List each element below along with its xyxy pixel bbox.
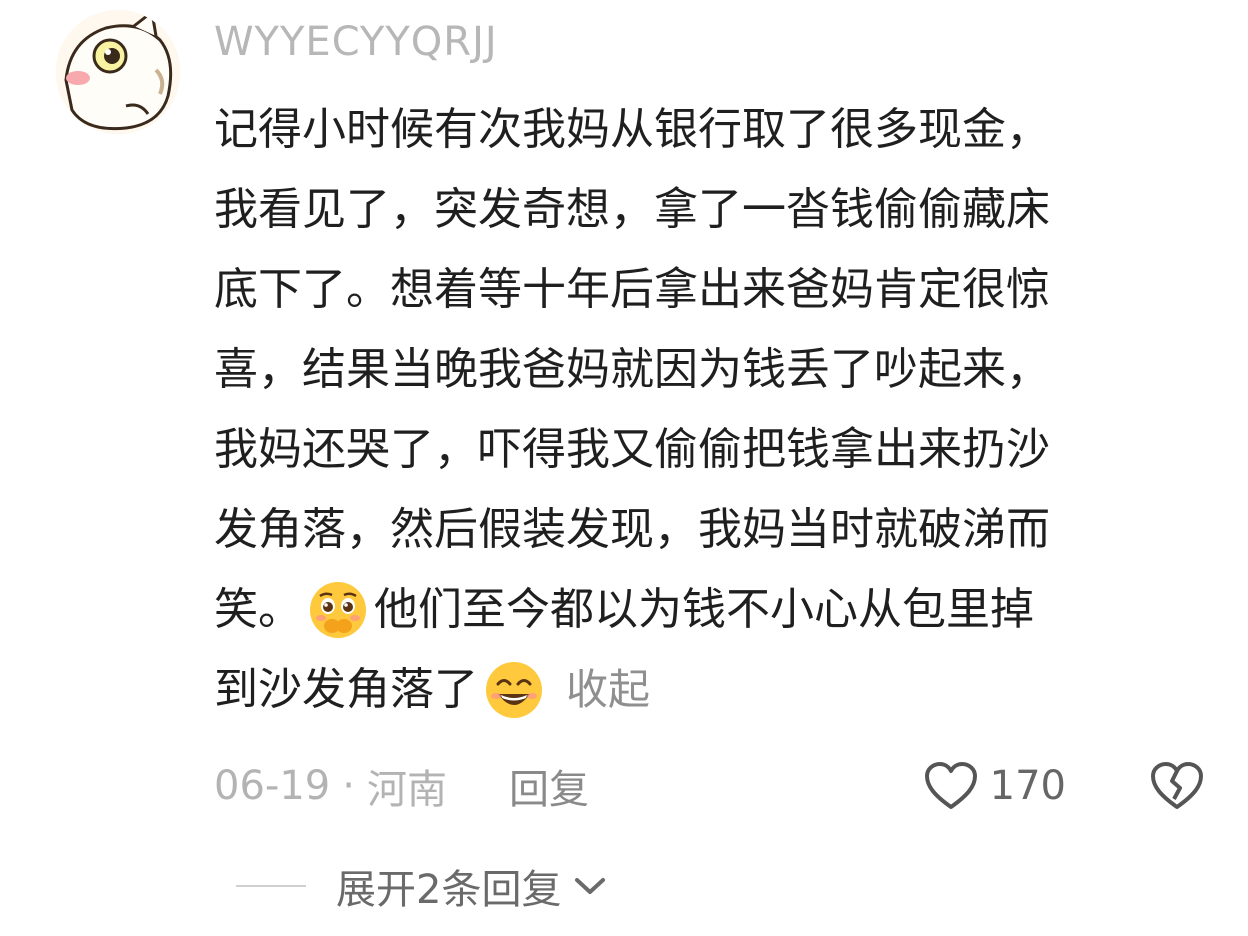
broken-heart-icon[interactable] xyxy=(1150,761,1204,811)
comment-line: 我妈还哭了，吓得我又偷偷把钱拿出来扔沙 xyxy=(214,424,1050,475)
comment-meta-row: 06-19 · 河南 回复 170 xyxy=(214,756,1204,816)
reply-button[interactable]: 回复 xyxy=(509,757,589,815)
comment-line: 喜，结果当晚我爸妈就因为钱丢了吵起来， xyxy=(214,344,1050,395)
comment-text-fragment: 笑。 xyxy=(214,584,302,635)
expand-replies-label: 展开2条回复 xyxy=(336,867,562,913)
comment-line: 到沙发角落了 收起 xyxy=(214,650,1214,730)
comment-line: 发角落，然后假装发现，我妈当时就破涕而 xyxy=(214,504,1050,555)
cartoon-cat-avatar-icon xyxy=(56,10,180,134)
comment-line: 记得小时候有次我妈从银行取了很多现金， xyxy=(214,104,1050,155)
collapse-button[interactable]: 收起 xyxy=(566,650,650,730)
comment-text-fragment: 他们至今都以为钱不小心从包里掉 xyxy=(374,584,1034,635)
user-avatar[interactable] xyxy=(56,10,180,134)
comment-text-fragment: 到沙发角落了 xyxy=(214,664,478,715)
comment-line: 笑。 他们至今都以为钱不小心从包里掉 xyxy=(214,570,1214,650)
heart-icon xyxy=(924,762,977,809)
pleading-face-emoji xyxy=(310,582,366,638)
username[interactable]: WYYECYYQRJJ xyxy=(214,16,498,68)
comment-line: 我看见了，突发奇想，拿了一沓钱偷偷藏床 xyxy=(214,184,1050,235)
grinning-face-emoji xyxy=(486,662,542,718)
comment-date: 06-19 xyxy=(214,763,331,809)
divider-line xyxy=(236,885,306,887)
like-button[interactable]: 170 xyxy=(924,761,1066,811)
expand-replies-button[interactable]: 展开2条回复 xyxy=(236,860,607,913)
comment-card: WYYECYYQRJJ 记得小时候有次我妈从银行取了很多现金， 我看见了，突发奇… xyxy=(0,0,1248,936)
meta-separator: · xyxy=(342,763,355,809)
like-count: 170 xyxy=(989,763,1066,809)
comment-location: 河南 xyxy=(366,767,447,813)
chevron-down-icon xyxy=(575,878,606,894)
comment-text: 记得小时候有次我妈从银行取了很多现金， 我看见了，突发奇想，拿了一沓钱偷偷藏床 … xyxy=(214,90,1214,730)
comment-line: 底下了。想着等十年后拿出来爸妈肯定很惊 xyxy=(214,264,1050,315)
